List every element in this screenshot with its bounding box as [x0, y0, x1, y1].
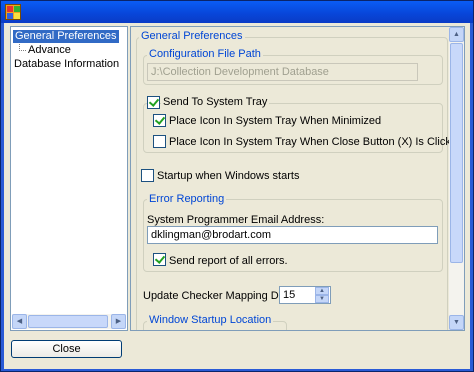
- app-window: General Preferences Advance Database Inf…: [0, 0, 474, 372]
- title-bar[interactable]: [1, 1, 473, 23]
- scroll-thumb[interactable]: [28, 315, 108, 328]
- close-button[interactable]: Close: [11, 340, 122, 358]
- app-icon[interactable]: [5, 4, 21, 20]
- startup-label: Startup when Windows starts: [157, 170, 300, 182]
- dialog-body: General Preferences Advance Database Inf…: [4, 23, 470, 369]
- startup-checkbox[interactable]: [141, 169, 154, 182]
- general-preferences-title: General Preferences: [139, 30, 245, 43]
- settings-vertical-scrollbar[interactable]: ▲ ▼: [449, 27, 464, 330]
- tree-item-general-preferences[interactable]: General Preferences: [13, 30, 119, 43]
- tree-item-database-information[interactable]: Database Information: [14, 58, 119, 71]
- send-errors-label: Send report of all errors.: [169, 255, 288, 267]
- scroll-up-icon[interactable]: ▲: [449, 27, 464, 42]
- startup-location-title: Window Startup Location: [147, 314, 274, 327]
- spin-up-icon[interactable]: ▲: [315, 287, 329, 295]
- scroll-left-icon[interactable]: ◀: [12, 314, 27, 329]
- tray-close-label: Place Icon In System Tray When Close But…: [169, 136, 464, 148]
- tree-connector: [19, 50, 26, 51]
- tray-minimized-label: Place Icon In System Tray When Minimized: [169, 115, 382, 127]
- settings-panel: General Preferences Configuration File P…: [130, 26, 465, 331]
- spin-down-icon[interactable]: ▼: [315, 295, 329, 303]
- send-to-tray-label: Send To System Tray: [161, 96, 270, 109]
- scroll-down-icon[interactable]: ▼: [449, 315, 464, 330]
- preferences-tree[interactable]: General Preferences Advance Database Inf…: [10, 26, 128, 331]
- scroll-thumb[interactable]: [450, 43, 463, 263]
- config-path-title: Configuration File Path: [147, 48, 263, 61]
- error-reporting-title: Error Reporting: [147, 193, 227, 206]
- scroll-right-icon[interactable]: ▶: [111, 314, 126, 329]
- tree-horizontal-scrollbar[interactable]: ◀ ▶: [12, 314, 126, 329]
- tree-item-advance[interactable]: Advance: [28, 44, 71, 57]
- send-errors-checkbox[interactable]: [153, 253, 166, 266]
- config-path-field: J:\Collection Development Database: [147, 63, 418, 81]
- tray-close-checkbox[interactable]: [153, 135, 166, 148]
- send-to-tray-checkbox[interactable]: [147, 96, 160, 109]
- tray-minimized-checkbox[interactable]: [153, 114, 166, 127]
- email-input[interactable]: dklingman@brodart.com: [147, 226, 438, 244]
